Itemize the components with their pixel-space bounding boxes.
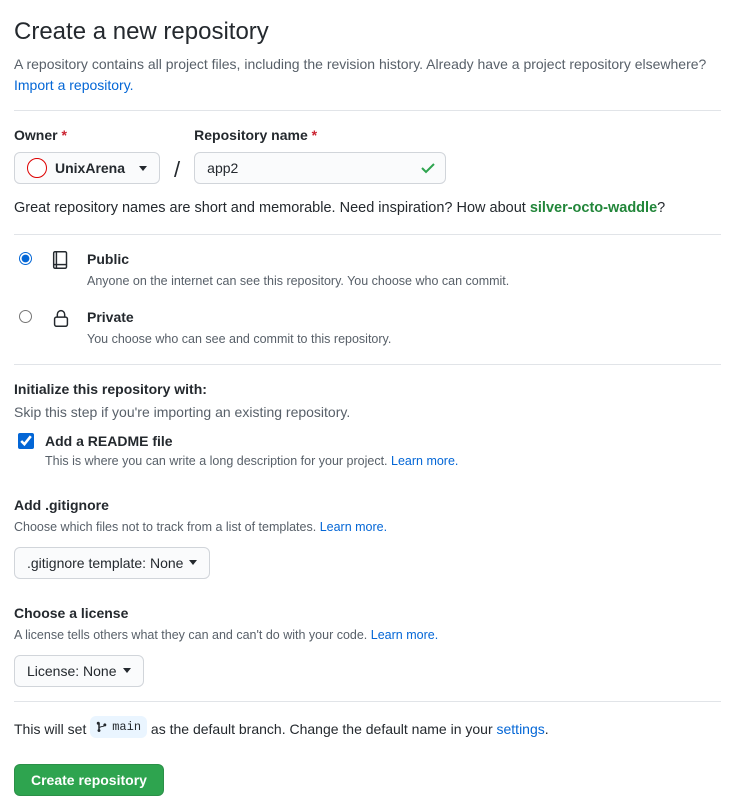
- visibility-public-radio[interactable]: [19, 252, 32, 265]
- caret-down-icon: [139, 166, 147, 171]
- license-heading: Choose a license: [14, 603, 721, 624]
- visibility-private-radio[interactable]: [19, 310, 32, 323]
- initialize-skip: Skip this step if you're importing an ex…: [14, 402, 721, 423]
- caret-down-icon: [123, 668, 131, 673]
- gitignore-learn-more-link[interactable]: Learn more.: [320, 520, 387, 534]
- visibility-public-desc: Anyone on the internet can see this repo…: [87, 272, 509, 291]
- gitignore-heading: Add .gitignore: [14, 495, 721, 516]
- page-subtitle: A repository contains all project files,…: [14, 54, 721, 96]
- settings-link[interactable]: settings: [497, 721, 545, 737]
- page-title: Create a new repository: [14, 14, 721, 50]
- owner-value: UnixArena: [55, 160, 125, 176]
- license-desc: A license tells others what they can and…: [14, 626, 721, 645]
- repo-icon: [47, 249, 75, 271]
- divider: [14, 364, 721, 365]
- owner-label: Owner *: [14, 125, 160, 146]
- caret-down-icon: [189, 560, 197, 565]
- create-repository-button[interactable]: Create repository: [14, 764, 164, 796]
- readme-desc: This is where you can write a long descr…: [45, 452, 458, 471]
- owner-avatar: [27, 158, 47, 178]
- repo-name-label: Repository name *: [194, 125, 446, 146]
- readme-label: Add a README file: [45, 431, 458, 452]
- branch-badge: main: [90, 716, 147, 738]
- initialize-heading: Initialize this repository with:: [14, 379, 721, 400]
- suggestion-link[interactable]: silver-octo-waddle: [530, 200, 657, 216]
- license-learn-more-link[interactable]: Learn more.: [371, 628, 438, 642]
- license-select[interactable]: License: None: [14, 655, 144, 687]
- readme-checkbox[interactable]: [18, 433, 34, 449]
- slash: /: [174, 125, 180, 186]
- visibility-private-title: Private: [87, 307, 391, 328]
- visibility-private-desc: You choose who can see and commit to thi…: [87, 330, 391, 349]
- divider: [14, 110, 721, 111]
- visibility-public-title: Public: [87, 249, 509, 270]
- name-hint: Great repository names are short and mem…: [14, 198, 721, 220]
- git-branch-icon: [96, 720, 108, 734]
- default-branch-note: This will set main as the default branch…: [14, 716, 721, 740]
- divider: [14, 701, 721, 702]
- repo-name-input[interactable]: [194, 152, 446, 184]
- divider: [14, 234, 721, 235]
- import-repository-link[interactable]: Import a repository.: [14, 77, 134, 93]
- lock-icon: [47, 307, 75, 329]
- gitignore-select[interactable]: .gitignore template: None: [14, 547, 210, 579]
- owner-select[interactable]: UnixArena: [14, 152, 160, 184]
- readme-learn-more-link[interactable]: Learn more.: [391, 454, 458, 468]
- check-icon: [420, 160, 436, 182]
- gitignore-desc: Choose which files not to track from a l…: [14, 518, 721, 537]
